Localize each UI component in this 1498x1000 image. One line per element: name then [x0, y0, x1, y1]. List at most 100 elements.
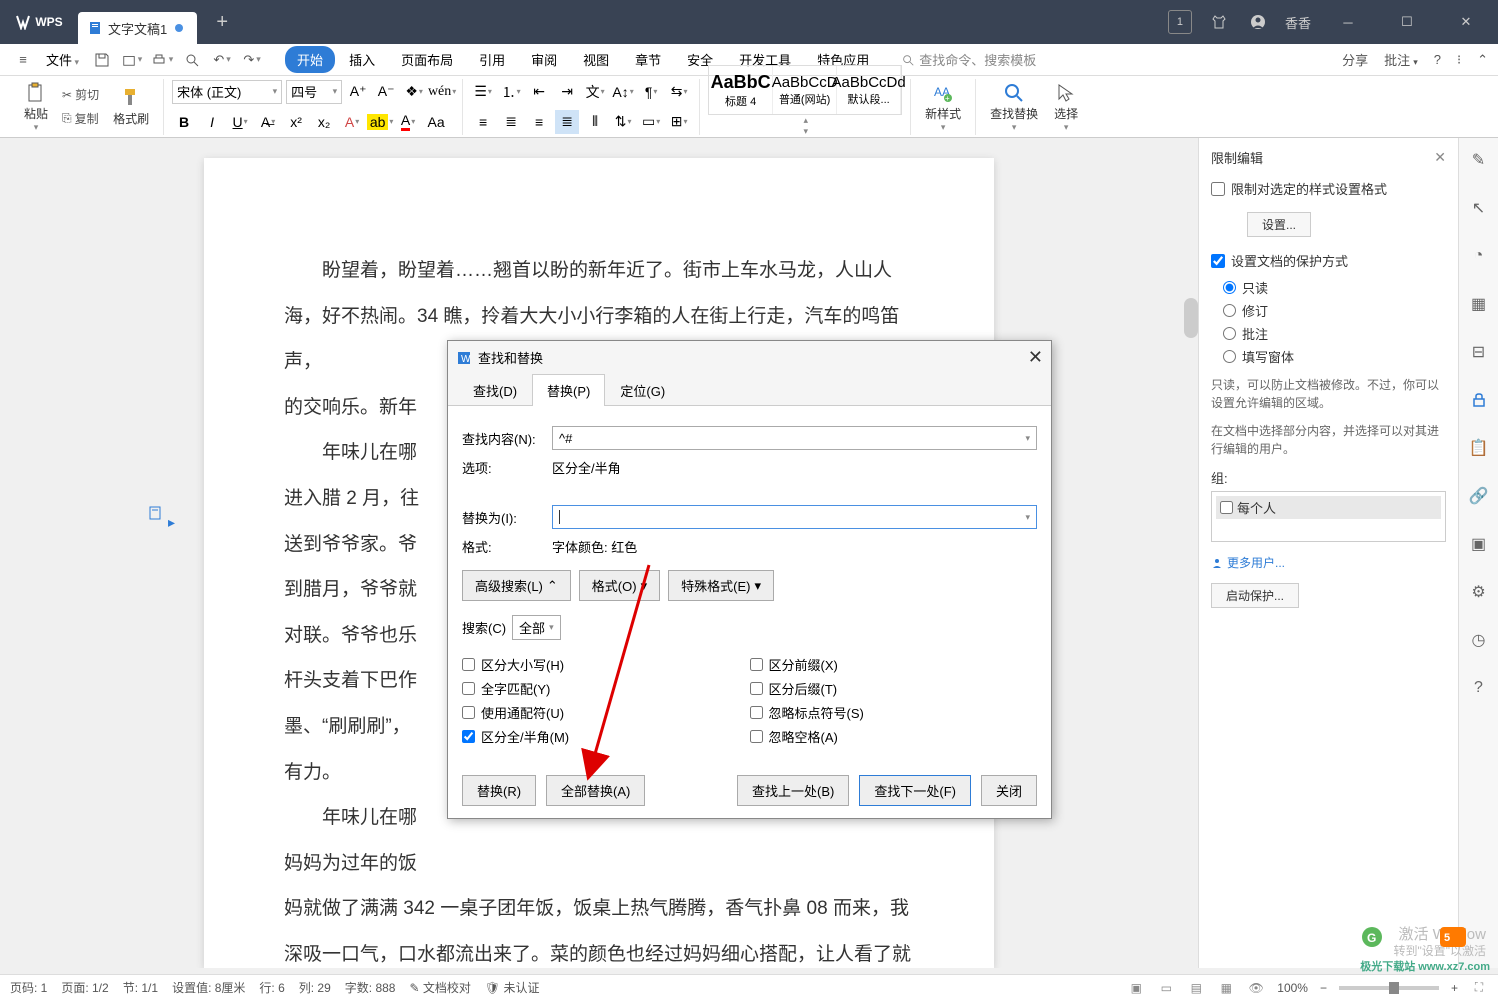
chk-space[interactable]: 忽略空格(A) [750, 727, 1038, 746]
strikethrough-icon[interactable]: A̶ [256, 110, 280, 134]
chk-fullhalf[interactable]: 区分全/半角(M) [462, 727, 750, 746]
zoom-label[interactable]: 100% [1277, 981, 1308, 995]
find-content-input[interactable]: ^#▾ [552, 426, 1037, 450]
radio-revision[interactable]: 修订 [1223, 301, 1446, 320]
sb-col[interactable]: 列: 29 [299, 979, 331, 996]
underline-icon[interactable]: U [228, 110, 252, 134]
advanced-search-button[interactable]: 高级搜索(L) ⌃ [462, 570, 571, 601]
tab-start[interactable]: 开始 [285, 46, 335, 73]
dialog-tab-goto[interactable]: 定位(G) [605, 374, 680, 406]
sb-page-no[interactable]: 页码: 1 [10, 979, 47, 996]
view-read-icon[interactable]: 👁 [1247, 979, 1265, 997]
save-icon[interactable] [89, 47, 115, 73]
clear-format-icon[interactable]: ❖ [402, 80, 426, 104]
replace-button[interactable]: 替换(R) [462, 775, 536, 806]
sb-page[interactable]: 页面: 1/2 [61, 979, 108, 996]
dialog-tab-replace[interactable]: 替换(P) [532, 374, 605, 406]
dialog-tab-find[interactable]: 查找(D) [458, 374, 532, 406]
zoom-out-icon[interactable]: − [1320, 981, 1327, 995]
redo-icon[interactable]: ↷ [239, 47, 265, 73]
more-icon[interactable]: ⁝ [1457, 52, 1461, 68]
protect-mode-checkbox[interactable]: 设置文档的保护方式 [1211, 251, 1446, 270]
styles-up-icon[interactable]: ▴ [804, 115, 811, 126]
find-next-button[interactable]: 查找下一处(F) [859, 775, 971, 806]
undo-icon[interactable]: ↶ [209, 47, 235, 73]
page-margin-marker[interactable]: ▸ [148, 506, 175, 540]
view-outline-icon[interactable]: ▤ [1187, 979, 1205, 997]
print-icon[interactable] [149, 47, 175, 73]
collapse-ribbon-icon[interactable]: ⌃ [1477, 52, 1488, 68]
zoom-in-icon[interactable]: + [1451, 981, 1458, 995]
line-spacing-icon[interactable]: ⇅ [611, 110, 635, 134]
style-gallery[interactable]: AaBbC标题 4 AaBbCcD普通(网站) AaBbCcDd默认段... [708, 65, 902, 115]
table-icon[interactable]: ▦ [1467, 292, 1491, 316]
cursor-icon[interactable]: ↖ [1467, 196, 1491, 220]
pencil-icon[interactable]: ✎ [1467, 148, 1491, 172]
badge-icon[interactable]: 1 [1168, 10, 1192, 34]
phonetic-icon[interactable]: wén [430, 80, 454, 104]
styles-down-icon[interactable]: ▾ [804, 126, 811, 137]
image-icon[interactable]: ▣ [1467, 532, 1491, 556]
command-search[interactable]: 查找命令、搜索模板 [901, 50, 1036, 69]
close-window-button[interactable]: ✕ [1444, 7, 1488, 37]
chk-whole[interactable]: 全字匹配(Y) [462, 679, 750, 698]
view-web-icon[interactable]: ▦ [1217, 979, 1235, 997]
vertical-scrollbar[interactable] [1184, 298, 1198, 338]
find-replace-button[interactable]: 查找替换▾ [984, 79, 1044, 135]
italic-icon[interactable]: I [200, 110, 224, 134]
text-effect-icon[interactable]: A [340, 110, 364, 134]
superscript-icon[interactable]: x² [284, 110, 308, 134]
tab-layout[interactable]: 页面布局 [389, 46, 465, 73]
style-heading4[interactable]: AaBbC标题 4 [709, 66, 773, 114]
align-left-icon[interactable]: ≡ [471, 110, 495, 134]
link-icon[interactable]: 🔗 [1467, 484, 1491, 508]
tab-view[interactable]: 视图 [571, 46, 621, 73]
panel-close-icon[interactable]: ✕ [1434, 149, 1446, 166]
clock-icon[interactable]: ◷ [1467, 628, 1491, 652]
tab-insert[interactable]: 插入 [337, 46, 387, 73]
bold-icon[interactable]: B [172, 110, 196, 134]
sb-row[interactable]: 行: 6 [259, 979, 284, 996]
tabs-icon[interactable]: ⇆ [667, 80, 691, 104]
clipboard-icon[interactable]: 📋 [1467, 436, 1491, 460]
format-button[interactable]: 格式(O) ▾ [579, 570, 660, 601]
font-size-select[interactable]: 四号▾ [286, 80, 342, 104]
sb-spellcheck[interactable]: ✎ 文档校对 [409, 979, 470, 996]
highlight-icon[interactable]: ab [368, 110, 392, 134]
chk-prefix[interactable]: 区分前缀(X) [750, 655, 1038, 674]
cut-button[interactable]: ✂ 剪切 [58, 84, 103, 106]
font-family-select[interactable]: 宋体 (正文)▾ [172, 80, 282, 104]
scope-select[interactable]: 全部▾ [512, 615, 561, 640]
user-name[interactable]: 香香 [1285, 13, 1311, 32]
sb-words[interactable]: 字数: 888 [345, 979, 396, 996]
new-style-button[interactable]: AA+ 新样式▾ [919, 79, 967, 135]
sb-auth[interactable]: 🛡 未认证 [485, 979, 540, 996]
more-users-link[interactable]: 更多用户... [1211, 554, 1446, 571]
radio-form[interactable]: 填写窗体 [1223, 347, 1446, 366]
start-protect-button[interactable]: 启动保护... [1211, 583, 1299, 608]
user-avatar-icon[interactable] [1246, 10, 1270, 34]
hamburger-icon[interactable]: ≡ [10, 47, 36, 73]
special-format-button[interactable]: 特殊格式(E) ▾ [668, 570, 774, 601]
font-color-icon[interactable]: A [396, 110, 420, 134]
skin-icon[interactable] [1207, 10, 1231, 34]
increase-indent-icon[interactable]: ⇥ [555, 80, 579, 104]
find-prev-button[interactable]: 查找上一处(B) [737, 775, 849, 806]
new-tab-button[interactable]: + [207, 7, 237, 37]
decrease-indent-icon[interactable]: ⇤ [527, 80, 551, 104]
style-normal-web[interactable]: AaBbCcD普通(网站) [773, 66, 837, 114]
change-case-icon[interactable]: Aa [424, 110, 448, 134]
maximize-button[interactable]: ☐ [1385, 7, 1429, 37]
tab-section[interactable]: 章节 [623, 46, 673, 73]
group-listbox[interactable]: 每个人 [1211, 491, 1446, 542]
align-icon[interactable]: ⊟ [1467, 340, 1491, 364]
share-button[interactable]: 分享 [1342, 50, 1368, 69]
radio-comment[interactable]: 批注 [1223, 324, 1446, 343]
gear-icon[interactable]: ⚙ [1467, 580, 1491, 604]
asian-layout-icon[interactable]: 文 [583, 80, 607, 104]
decrease-font-icon[interactable]: A⁻ [374, 80, 398, 104]
subscript-icon[interactable]: x₂ [312, 110, 336, 134]
chk-wildcard[interactable]: 使用通配符(U) [462, 703, 750, 722]
print-preview-icon[interactable] [179, 47, 205, 73]
comments-button[interactable]: 批注 [1384, 50, 1418, 69]
